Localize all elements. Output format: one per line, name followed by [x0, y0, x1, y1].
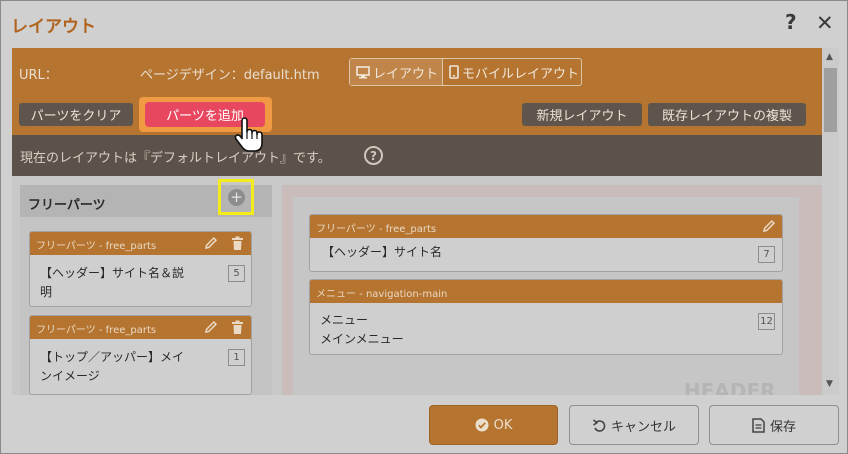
tab-mobile-layout[interactable]: モバイルレイアウト [442, 59, 582, 85]
header-zone: フリーパーツ - free_parts 【ヘッダー】サイト名 7 メニュー - … [293, 197, 799, 395]
ok-button[interactable]: OK [429, 405, 558, 445]
part-name: 【トップ／アッパー】メイ ンイメージ [40, 348, 184, 386]
part-name: 【ヘッダー】サイト名＆説 明 [40, 264, 184, 302]
dialog-title: レイアウト [11, 17, 96, 37]
cancel-label: キャンセル [610, 419, 676, 435]
part-type-label: メニュー - navigation-main [316, 289, 448, 300]
part-type-label: フリーパーツ - free_parts [316, 224, 437, 235]
document-icon [752, 417, 765, 433]
copy-layout-button[interactable]: 既存レイアウトの複製 [648, 103, 806, 126]
part-card-header: フリーパーツ - free_parts [310, 215, 782, 238]
part-type-label: フリーパーツ - free_parts [36, 241, 157, 252]
page-design-label: ページデザイン：default.htm [140, 68, 320, 83]
add-free-part-highlight: + [218, 179, 254, 215]
list-item[interactable]: フリーパーツ - free_parts 【トップ／アッパー】メイ ンイメージ 1 [29, 315, 252, 395]
part-card-header: メニュー - navigation-main [310, 280, 782, 303]
part-card-header: フリーパーツ - free_parts [30, 316, 251, 339]
hand-cursor-icon [234, 117, 263, 152]
add-free-part-icon[interactable]: + [228, 189, 245, 206]
layout-tab-group: レイアウト モバイルレイアウト [349, 58, 582, 86]
layout-canvas: フリーパーツ - free_parts 【ヘッダー】サイト名 7 メニュー - … [282, 185, 822, 395]
info-help-icon[interactable]: ? [364, 146, 383, 165]
tab-layout-label: レイアウト [373, 66, 439, 82]
desktop-icon [356, 65, 370, 78]
scroll-down-icon[interactable]: ▼ [826, 379, 833, 389]
layout-dialog: レイアウト ? ✕ URL： ページデザイン：default.htm レイアウト [0, 0, 848, 454]
usage-count-badge: 7 [758, 246, 775, 263]
part-name: メニュー メインメニュー [320, 311, 404, 349]
tab-layout[interactable]: レイアウト [350, 59, 442, 85]
ok-label: OK [493, 417, 513, 433]
part-name-line: メニュー [320, 313, 369, 327]
dialog-content: URL： ページデザイン：default.htm レイアウト モバイルレイアウト… [12, 48, 822, 395]
close-button[interactable]: ✕ [816, 11, 834, 35]
url-row: URL： ページデザイン：default.htm レイアウト モバイルレイアウト [12, 48, 822, 95]
check-circle-icon [475, 418, 489, 432]
part-card-header: フリーパーツ - free_parts [30, 232, 251, 255]
pencil-icon[interactable] [762, 219, 776, 233]
dialog-footer: OK キャンセル 保存 [1, 395, 847, 453]
part-name: 【ヘッダー】サイト名 [322, 245, 443, 259]
part-name-line: 【トップ／アッパー】メイ [40, 350, 185, 364]
cancel-button[interactable]: キャンセル [569, 405, 699, 445]
tab-mobile-layout-label: モバイルレイアウト [462, 66, 580, 82]
part-name-line: ンイメージ [40, 369, 100, 383]
url-label: URL： [19, 68, 58, 83]
part-type-label: フリーパーツ - free_parts [36, 325, 157, 336]
usage-count-badge: 5 [228, 265, 245, 282]
usage-count-badge: 12 [758, 313, 775, 330]
part-name-line: 【ヘッダー】サイト名＆説 [40, 266, 185, 280]
scrollbar-thumb[interactable] [824, 68, 837, 132]
save-button[interactable]: 保存 [709, 405, 839, 445]
dialog-titlebar: レイアウト ? ✕ [1, 1, 847, 47]
trash-icon[interactable] [231, 320, 244, 335]
new-layout-button[interactable]: 新規レイアウト [522, 103, 642, 126]
list-item[interactable]: フリーパーツ - free_parts 【ヘッダー】サイト名 7 [309, 214, 783, 272]
usage-count-badge: 1 [228, 349, 245, 366]
vertical-scrollbar[interactable]: ▲ ▼ [822, 48, 839, 395]
pencil-icon[interactable] [204, 320, 218, 334]
info-row: 現在のレイアウトは『デフォルトレイアウト』です。 ? [12, 135, 822, 176]
save-label: 保存 [769, 419, 796, 435]
free-parts-header: フリーパーツ + [20, 179, 272, 217]
clear-parts-button[interactable]: パーツをクリア [19, 103, 133, 126]
part-name-line: メインメニュー [320, 332, 404, 346]
current-layout-text: 現在のレイアウトは『デフォルトレイアウト』です。 [20, 151, 331, 166]
list-item[interactable]: フリーパーツ - free_parts 【ヘッダー】サイト名＆説 明 5 [29, 231, 252, 307]
scroll-up-icon[interactable]: ▲ [826, 52, 833, 62]
part-name-line: 明 [40, 285, 53, 299]
list-item[interactable]: メニュー - navigation-main メニュー メインメニュー 12 [309, 279, 783, 355]
mobile-icon [449, 65, 459, 79]
help-button[interactable]: ? [785, 10, 797, 34]
toolbar: パーツをクリア パーツを追加 新規レイアウト 既存レイアウトの複製 [12, 95, 822, 135]
free-parts-panel: フリーパーツ + フリーパーツ - free_parts 【ヘッダー】サイト名＆… [20, 179, 272, 395]
free-parts-title: フリーパーツ [28, 198, 106, 213]
undo-icon [592, 419, 606, 432]
pencil-icon[interactable] [204, 236, 218, 250]
zone-name-watermark: HEADER [684, 379, 776, 395]
trash-icon[interactable] [231, 236, 244, 251]
